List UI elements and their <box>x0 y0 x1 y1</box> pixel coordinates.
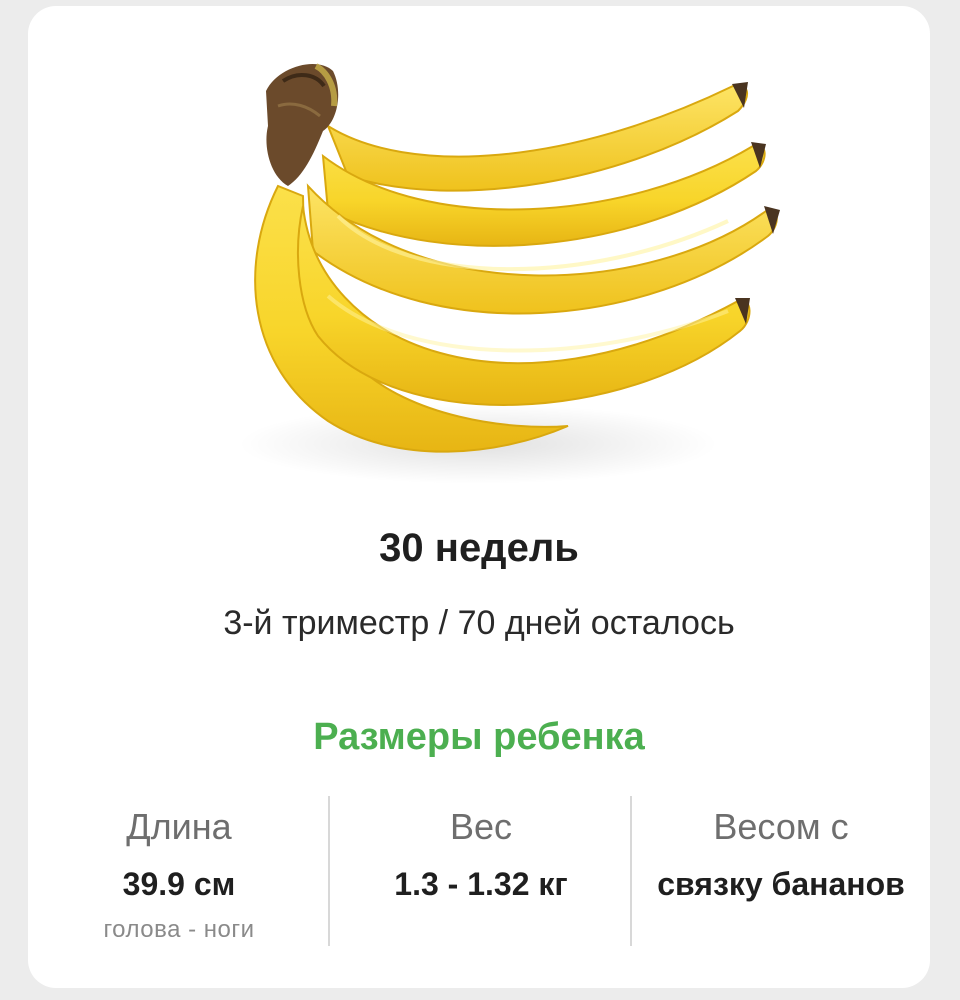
stat-value: связку бананов <box>657 866 905 902</box>
stat-label: Вес <box>449 806 513 847</box>
section-title: Размеры ребенка <box>313 716 645 758</box>
baby-size-stats: Длина 39.9 см голова - ноги Вес 1.3 - 1.… <box>28 796 930 946</box>
stat-label: Весом с <box>713 806 849 847</box>
stat-length: Длина 39.9 см голова - ноги <box>28 796 330 946</box>
banana-bunch-icon <box>238 63 780 484</box>
stat-label: Длина <box>126 806 232 847</box>
week-title: 30 недель <box>379 526 579 570</box>
stat-comparison: Весом с связку бананов <box>632 796 930 946</box>
stat-weight: Вес 1.3 - 1.32 кг <box>330 796 632 946</box>
trimester-subtitle: 3-й триместр / 70 дней осталось <box>223 604 735 642</box>
stat-value: 39.9 см <box>122 866 236 902</box>
stat-value: 1.3 - 1.32 кг <box>394 866 568 902</box>
stat-note: голова - ноги <box>103 916 255 943</box>
fruit-image <box>208 36 808 496</box>
